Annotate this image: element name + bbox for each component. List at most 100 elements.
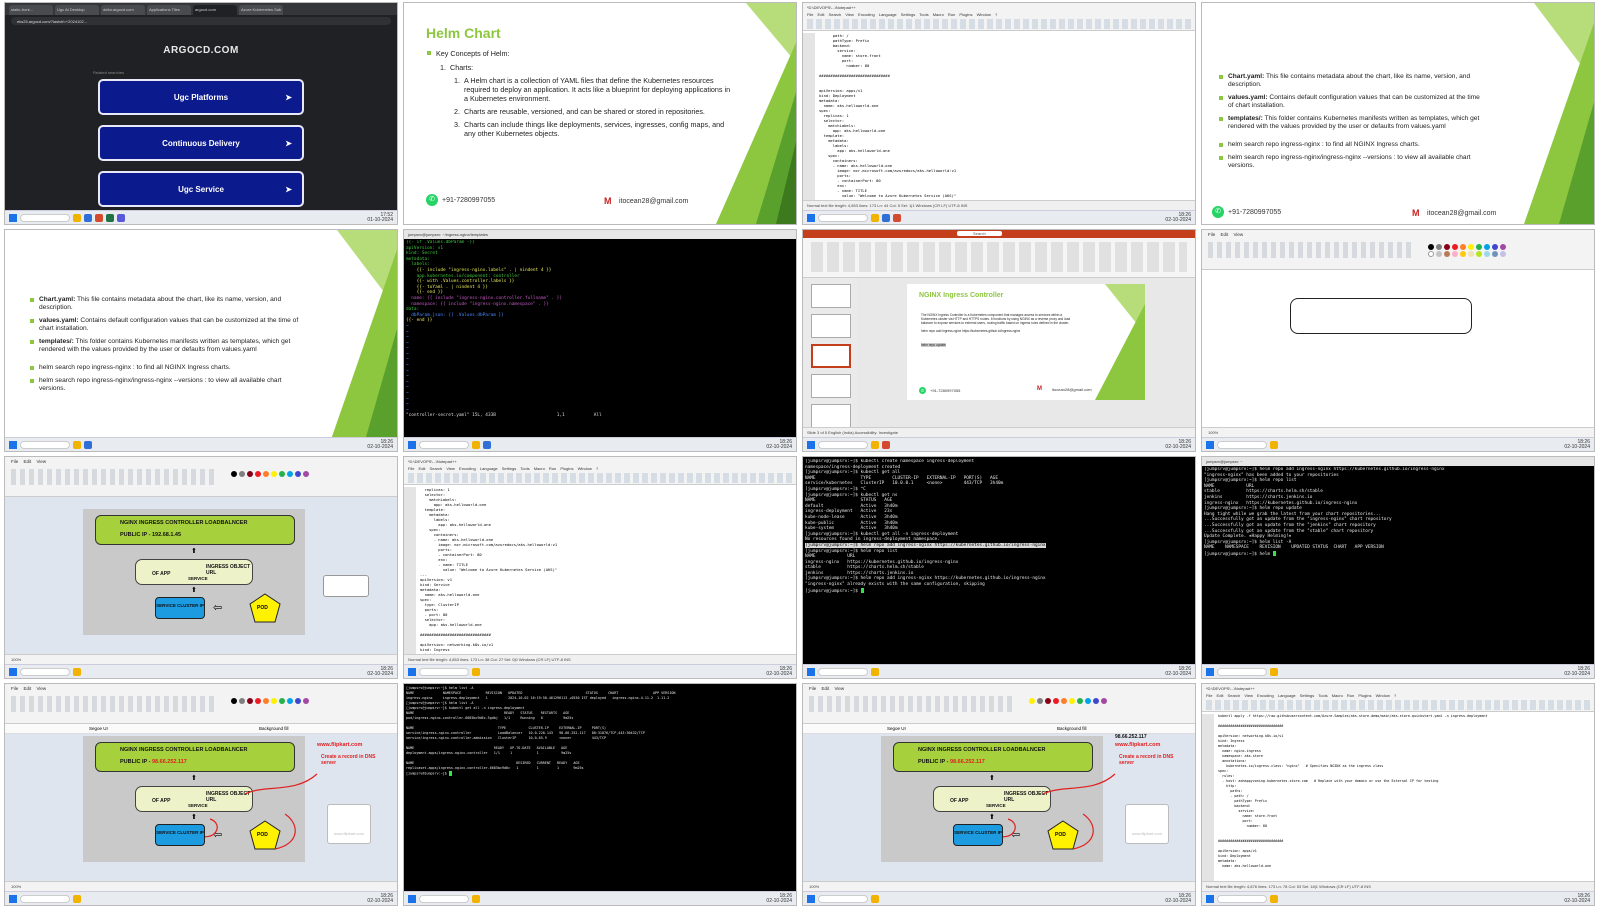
browser-tab[interactable]: Applications Tiles <box>147 5 191 15</box>
slide-thumb[interactable] <box>811 404 851 428</box>
folder-icon[interactable] <box>871 667 879 676</box>
loadbalancer-box[interactable]: NGINX INGRESS CONTROLLER LOADBALNCER PUBL… <box>95 515 295 545</box>
taskbar-search[interactable] <box>20 894 70 903</box>
folder-icon[interactable] <box>472 894 480 903</box>
address-bar[interactable]: eks25.argocd.com/?lastvtf=+2024102... <box>11 17 391 25</box>
ppt-search[interactable]: Search <box>957 231 1002 236</box>
powerpoint-icon[interactable] <box>95 213 103 222</box>
menu-bar[interactable]: File Edit View <box>803 684 1195 693</box>
browser-tab[interactable]: delta.argocd.com <box>101 5 145 15</box>
menu-bar[interactable]: File Edit View <box>1202 230 1594 239</box>
folder-icon[interactable] <box>1270 667 1278 676</box>
taskbar-search[interactable] <box>20 440 70 449</box>
taskbar-search[interactable] <box>1217 667 1267 676</box>
text-box[interactable] <box>323 575 369 597</box>
browser-tab[interactable]: static-front... <box>9 5 53 15</box>
paint-canvas[interactable] <box>1202 270 1594 427</box>
excel-icon[interactable] <box>106 213 114 222</box>
service-cluster-ip-box[interactable]: SERVICE CLUSTER IP <box>155 824 205 846</box>
slide-thumb[interactable] <box>811 314 851 338</box>
menu-bar[interactable]: File Edit Search View Encoding Language … <box>404 466 796 471</box>
paint-canvas[interactable]: NGINX INGRESS CONTROLLER LOADBALNCER PUBL… <box>803 734 1195 881</box>
windows-start-icon[interactable] <box>408 667 416 676</box>
paint-canvas[interactable]: NGINX INGRESS CONTROLLER LOADBALNCER PUBL… <box>5 497 397 654</box>
windows-start-icon[interactable] <box>807 440 815 449</box>
slide-thumb[interactable] <box>811 374 851 398</box>
taskbar-search[interactable] <box>419 667 469 676</box>
terminal-output[interactable]: [jumpsrv@jumpsrv:~]$ helm repo add ingre… <box>1204 467 1592 664</box>
menu-bar[interactable]: File Edit Search View Encoding Language … <box>803 12 1195 17</box>
vim-editor[interactable]: {{- if .Values.dbParam -}} apiVersion: v… <box>406 240 794 437</box>
taskbar-search[interactable] <box>419 440 469 449</box>
windows-start-icon[interactable] <box>9 667 17 676</box>
color-palette[interactable] <box>1428 244 1507 257</box>
browser-tab-active[interactable]: argocd.com <box>193 5 237 15</box>
folder-icon[interactable] <box>1270 440 1278 449</box>
powerpoint-icon[interactable] <box>882 440 890 449</box>
menu-bar[interactable]: File Edit View <box>5 684 397 693</box>
menu-bar[interactable]: File Edit Search View Encoding Language … <box>1202 693 1594 698</box>
windows-start-icon[interactable] <box>807 894 815 903</box>
folder-icon[interactable] <box>871 213 879 222</box>
terminal-output[interactable]: [jumpsrv@jumpsrv:~]$ kubectl create name… <box>805 459 1193 664</box>
search-link-ugc-platforms[interactable]: Ugc Platforms ➤ <box>98 79 304 115</box>
windows-start-icon[interactable] <box>408 894 416 903</box>
slide-thumb-active[interactable] <box>811 344 851 368</box>
folder-icon[interactable] <box>871 894 879 903</box>
folder-icon[interactable] <box>871 440 879 449</box>
slide-thumb[interactable] <box>811 284 851 308</box>
search-link-ugc-service[interactable]: Ugc Service ➤ <box>98 171 304 207</box>
ribbon-tools[interactable] <box>811 242 1187 272</box>
drawn-rectangle[interactable] <box>1290 298 1472 334</box>
edge-icon[interactable] <box>483 440 491 449</box>
folder-icon[interactable] <box>73 894 81 903</box>
search-link-continuous-delivery[interactable]: Continuous Delivery ➤ <box>98 125 304 161</box>
windows-start-icon[interactable] <box>9 894 17 903</box>
browser-tab[interactable]: Ugc At Desktop <box>55 5 99 15</box>
teams-icon[interactable] <box>117 213 125 222</box>
toolbar[interactable] <box>1206 700 1590 710</box>
windows-start-icon[interactable] <box>9 440 17 449</box>
ingress-object-box[interactable]: INGRESS OBJECT URL OF APP SERVICE <box>135 559 253 585</box>
taskbar-search[interactable] <box>20 667 70 676</box>
paint-canvas[interactable]: NGINX INGRESS CONTROLLER LOADBALNCER PUBL… <box>5 734 397 881</box>
taskbar-search[interactable] <box>818 440 868 449</box>
windows-start-icon[interactable] <box>1206 667 1214 676</box>
edge-icon[interactable] <box>84 213 92 222</box>
service-cluster-ip-box[interactable]: SERVICE CLUSTER IP <box>953 824 1003 846</box>
taskbar-search[interactable] <box>818 667 868 676</box>
edge-icon[interactable] <box>84 440 92 449</box>
browser-sketch[interactable]: www.flipkart.com <box>1125 804 1169 844</box>
edge-icon[interactable] <box>882 213 890 222</box>
tool-group[interactable] <box>809 696 1015 712</box>
folder-icon[interactable] <box>472 667 480 676</box>
color-palette[interactable] <box>231 471 310 477</box>
windows-start-icon[interactable] <box>1206 440 1214 449</box>
windows-start-icon[interactable] <box>9 213 17 222</box>
slide[interactable]: NGINX Ingress Controller The NGINX Ingre… <box>907 284 1145 400</box>
browser-sketch[interactable]: www.flipkart.com <box>327 804 371 844</box>
folder-icon[interactable] <box>73 667 81 676</box>
windows-start-icon[interactable] <box>807 213 815 222</box>
text-toolbar[interactable]: Segoe UI Background fill <box>803 724 1195 734</box>
tool-group[interactable] <box>11 696 217 712</box>
code-editor[interactable]: replicas: 1 selector: matchLabels: app: … <box>404 487 796 654</box>
browser-tab[interactable]: Azure Kubernetes Sab <box>239 5 283 15</box>
folder-icon[interactable] <box>73 213 81 222</box>
windows-start-icon[interactable] <box>807 667 815 676</box>
terminal-output[interactable]: [jumpsrv@jumpsrv:~]$ helm list -A NAME N… <box>406 686 794 891</box>
tool-group[interactable] <box>1208 242 1414 258</box>
taskbar-search[interactable] <box>419 894 469 903</box>
color-palette[interactable] <box>231 698 310 704</box>
taskbar-search[interactable] <box>1217 894 1267 903</box>
taskbar-search[interactable] <box>1217 440 1267 449</box>
powerpoint-icon[interactable] <box>893 213 901 222</box>
service-cluster-ip-box[interactable]: SERVICE CLUSTER IP <box>155 597 205 619</box>
taskbar-search[interactable] <box>818 213 868 222</box>
tool-group[interactable] <box>11 469 217 485</box>
folder-icon[interactable] <box>472 440 480 449</box>
code-editor[interactable]: path: / pathType: Prefix backend: servic… <box>803 33 1195 200</box>
windows-start-icon[interactable] <box>408 440 416 449</box>
taskbar-search[interactable] <box>20 213 70 222</box>
folder-icon[interactable] <box>73 440 81 449</box>
